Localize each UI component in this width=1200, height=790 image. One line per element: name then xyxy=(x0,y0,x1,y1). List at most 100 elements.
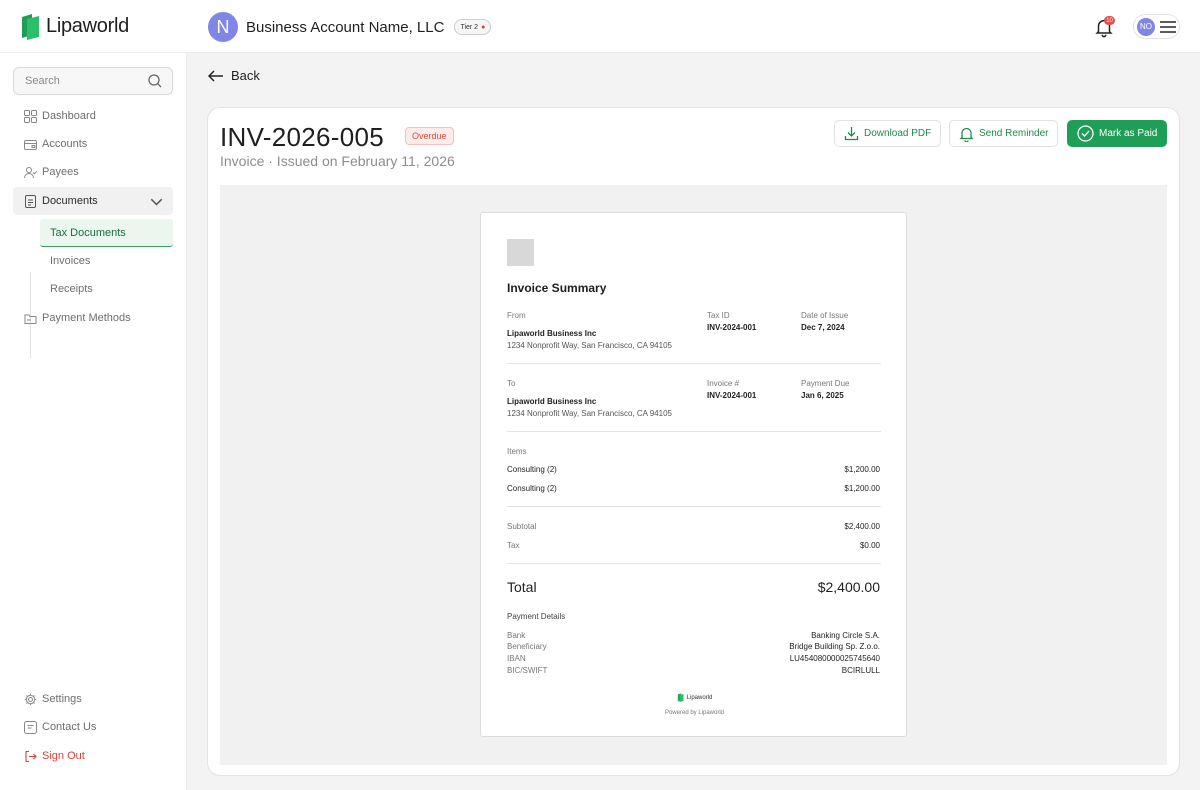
swift-label: BIC/SWIFT xyxy=(507,666,548,675)
sidebar-item-label: Dashboard xyxy=(42,110,96,122)
sidebar-item-documents[interactable]: Documents xyxy=(13,187,173,215)
subtotal-label: Subtotal xyxy=(507,522,537,531)
sidebar-item-payees[interactable]: Payees xyxy=(13,158,173,186)
arrow-left-icon xyxy=(208,69,223,82)
sidebar-item-contact-us[interactable]: Contact Us xyxy=(13,713,173,741)
check-circle-icon xyxy=(1077,125,1094,142)
invoice-card: INV-2026-005 Overdue Invoice · Issued on… xyxy=(207,107,1180,776)
users-icon xyxy=(24,166,37,178)
tax-id-label: Tax ID xyxy=(707,311,730,320)
app-name: Lipaworld xyxy=(46,15,129,37)
lipaworld-logo-icon xyxy=(677,693,684,702)
search-icon xyxy=(148,74,162,88)
download-label: Download PDF xyxy=(864,128,932,139)
menu-icon xyxy=(1160,20,1176,33)
invoice-number: INV-2026-005 xyxy=(220,122,385,152)
user-menu[interactable]: NO xyxy=(1133,14,1180,39)
total-label: Total xyxy=(507,579,537,595)
search-placeholder: Search xyxy=(25,75,60,87)
footer-powered-by: Powered by Lipaworld xyxy=(664,710,725,716)
document-title: Invoice Summary xyxy=(507,281,607,295)
sidebar-item-label: Accounts xyxy=(42,138,88,150)
sign-out-icon xyxy=(25,750,37,762)
search-input[interactable]: Search xyxy=(13,67,173,95)
invoice-document: Invoice Summary From Lipaworld Business … xyxy=(480,212,907,737)
sidebar-subitem-tax-documents[interactable]: Tax Documents xyxy=(40,219,173,247)
sidebar-item-label: Settings xyxy=(42,693,82,705)
footer-brand-name: Lipaworld xyxy=(686,694,713,701)
from-address: 1234 Nonprofit Way, San Francisco, CA 94… xyxy=(507,341,672,350)
wallet-icon xyxy=(24,139,37,150)
issue-date-label: Date of Issue xyxy=(801,311,849,320)
payment-details-label: Payment Details xyxy=(507,612,566,621)
app-logo[interactable]: Lipaworld xyxy=(20,13,129,40)
invoice-subtitle: Invoice · Issued on February 11, 2026 xyxy=(220,153,455,169)
to-address: 1234 Nonprofit Way, San Francisco, CA 94… xyxy=(507,409,672,418)
tax-label: Tax xyxy=(507,541,520,550)
divider xyxy=(507,363,881,364)
footer-brand: Lipaworld xyxy=(677,693,713,702)
item-amount: $1,200.00 xyxy=(844,484,880,493)
medal-icon: ● xyxy=(481,23,486,31)
account-switcher[interactable]: N Business Account Name, LLC Tier 2 ● xyxy=(208,12,492,42)
issue-date-value: Dec 7, 2024 xyxy=(801,323,845,332)
chevron-down-icon xyxy=(150,198,163,206)
divider xyxy=(507,563,881,564)
reminder-label: Send Reminder xyxy=(979,128,1049,139)
card-icon xyxy=(24,314,37,324)
mark-paid-label: Mark as Paid xyxy=(1099,128,1158,139)
user-avatar: NO xyxy=(1137,17,1155,36)
bank-label: Bank xyxy=(507,631,526,640)
sidebar-item-sign-out[interactable]: Sign Out xyxy=(13,742,173,770)
iban-label: IBAN xyxy=(507,654,526,663)
to-name: Lipaworld Business Inc xyxy=(507,397,597,406)
from-label: From xyxy=(507,311,526,320)
lipaworld-logo-icon xyxy=(22,14,39,40)
sidebar-item-label: Sign Out xyxy=(42,750,85,762)
sidebar-item-label: Payees xyxy=(42,166,79,178)
invoice-no-value: INV-2024-001 xyxy=(707,391,757,400)
beneficiary-value: Bridge Building Sp. Z.o.o. xyxy=(789,642,880,651)
account-avatar: N xyxy=(208,12,238,42)
document-icon xyxy=(25,194,36,208)
sidebar: Search Dashboard Accounts Payees Documen… xyxy=(0,53,187,790)
sidebar-subitem-receipts[interactable]: Receipts xyxy=(40,275,173,303)
mark-as-paid-button[interactable]: Mark as Paid xyxy=(1067,120,1168,147)
sidebar-item-payment-methods[interactable]: Payment Methods xyxy=(13,304,173,332)
items-label: Items xyxy=(507,447,527,456)
document-footer: Lipaworld Powered by Lipaworld xyxy=(481,689,908,716)
sidebar-item-accounts[interactable]: Accounts xyxy=(13,130,173,158)
sidebar-item-label: Documents xyxy=(42,195,98,207)
swift-value: BCIRLULL xyxy=(841,666,880,675)
tax-id-value: INV-2024-001 xyxy=(707,323,757,332)
back-label: Back xyxy=(231,68,260,83)
due-date-value: Jan 6, 2025 xyxy=(801,391,844,400)
divider xyxy=(507,431,881,432)
total-value: $2,400.00 xyxy=(817,579,880,595)
sidebar-subitem-invoices[interactable]: Invoices xyxy=(40,247,173,275)
logo-placeholder xyxy=(507,239,534,266)
divider xyxy=(507,506,881,507)
tier-label: Tier 2 xyxy=(460,23,479,31)
item-description: Consulting (2) xyxy=(507,484,557,493)
sidebar-item-label: Payment Methods xyxy=(42,312,131,324)
download-pdf-button[interactable]: Download PDF xyxy=(834,120,942,147)
sidebar-item-settings[interactable]: Settings xyxy=(13,685,173,713)
back-button[interactable]: Back xyxy=(208,68,260,83)
iban-value: LU454080000025745640 xyxy=(789,654,880,663)
due-date-label: Payment Due xyxy=(801,379,850,388)
sidebar-item-dashboard[interactable]: Dashboard xyxy=(13,102,173,130)
send-reminder-button[interactable]: Send Reminder xyxy=(949,120,1059,147)
grid-icon xyxy=(24,109,37,123)
from-name: Lipaworld Business Inc xyxy=(507,329,597,338)
bell-icon xyxy=(959,127,974,142)
item-description: Consulting (2) xyxy=(507,465,557,474)
notification-badge: 10 xyxy=(1104,16,1115,25)
gear-icon xyxy=(24,693,37,705)
tax-value: $0.00 xyxy=(859,541,880,550)
invoice-no-label: Invoice # xyxy=(707,379,740,388)
top-bar: Lipaworld N Business Account Name, LLC T… xyxy=(0,0,1200,53)
beneficiary-label: Beneficiary xyxy=(507,642,547,651)
tier-badge: Tier 2 ● xyxy=(454,19,492,35)
subtotal-value: $2,400.00 xyxy=(844,522,880,531)
